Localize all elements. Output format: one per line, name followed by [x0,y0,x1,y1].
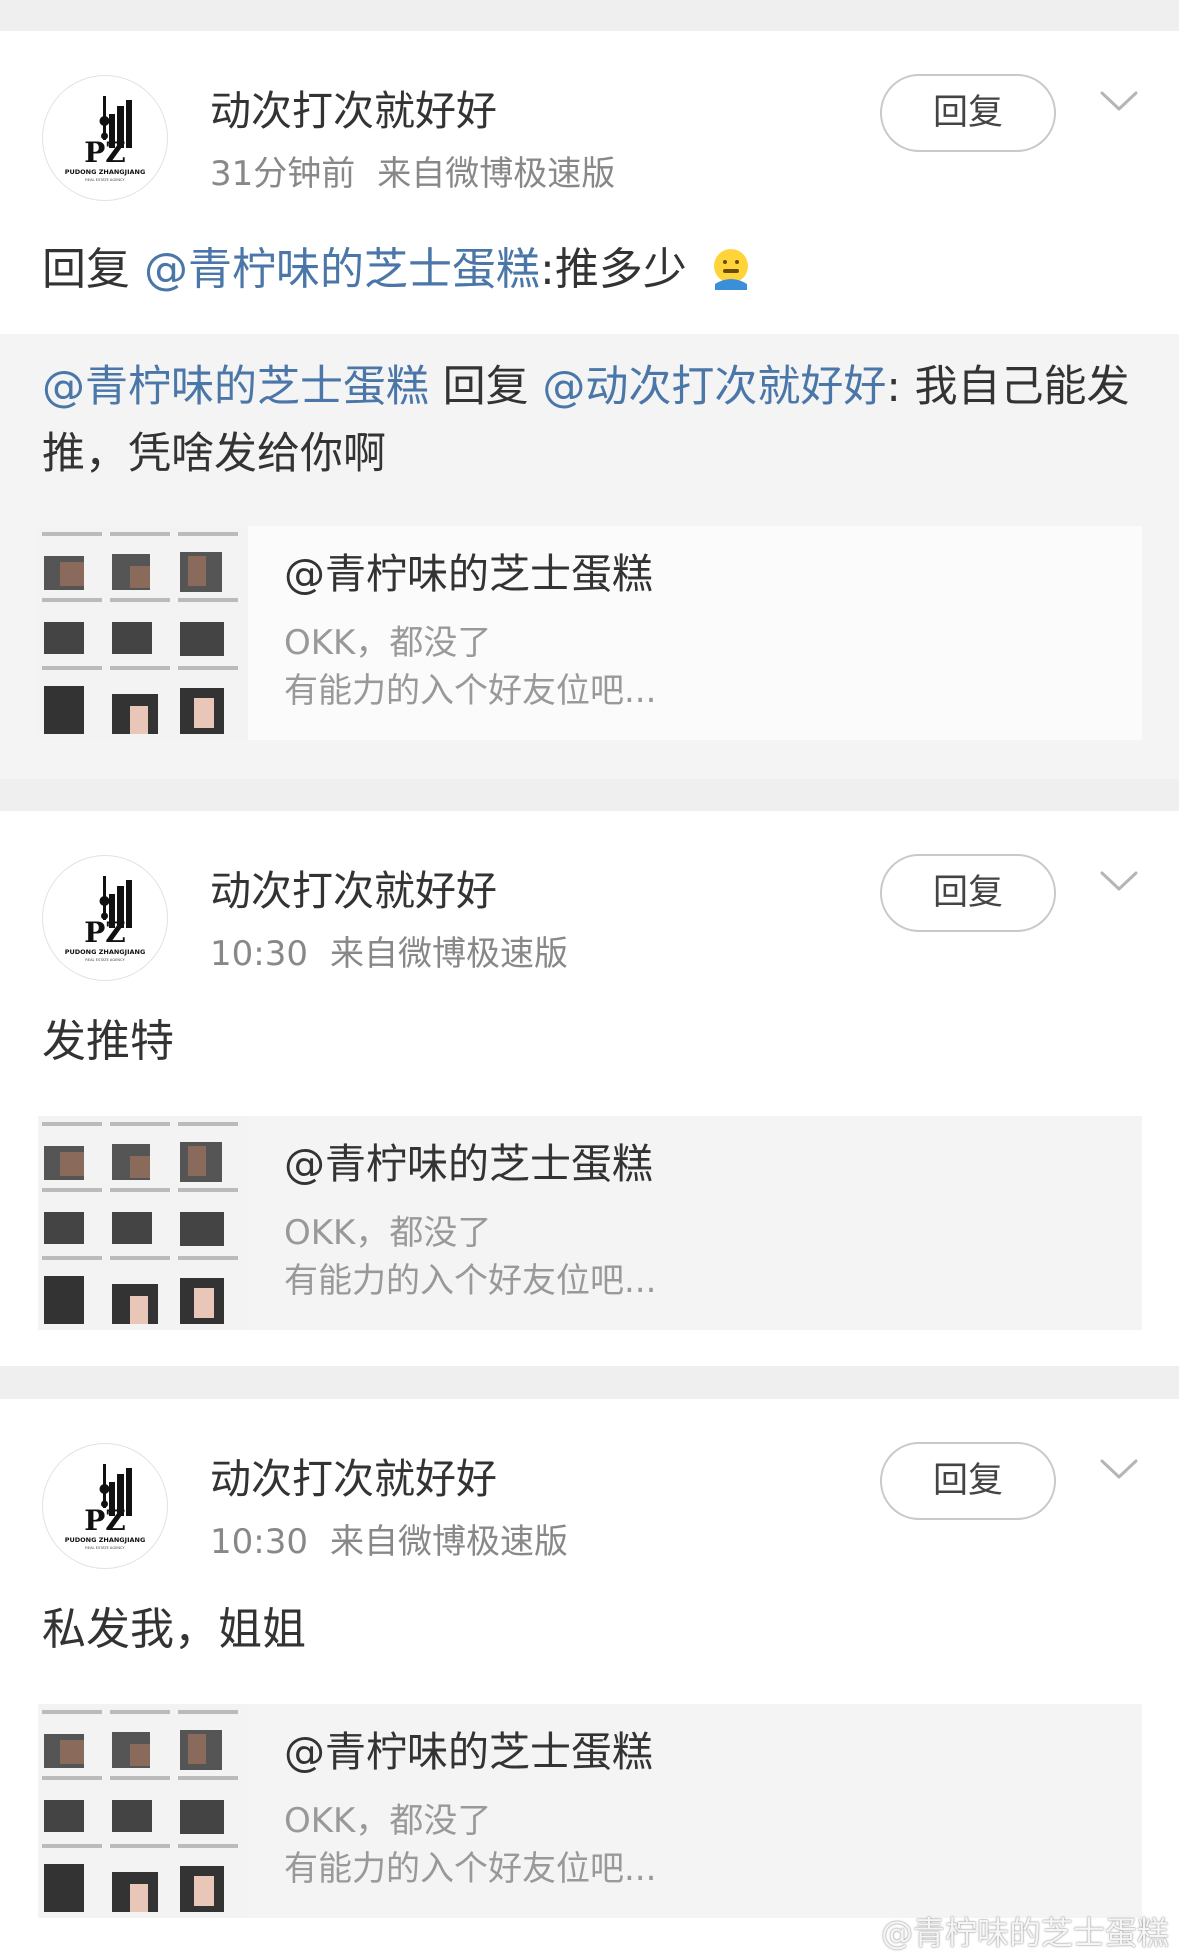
weibo-logo-icon [831,1919,869,1949]
chevron-down-icon[interactable] [1098,85,1140,115]
comment-content: 私发我，姐姐 [42,1604,306,1655]
comment-card: PZ PUDONG ZHANGJIANG REAL ESTATE AGENCY … [0,1399,1179,1957]
reply-text: :推多少 [540,244,687,295]
mention-link[interactable]: @青柠味的芝士蛋糕 [42,362,429,412]
post-source: 来自微博极速版 [329,934,568,974]
reply-button[interactable]: 回复 [880,854,1056,932]
emoji-icon [713,249,748,290]
shared-post-thumbnail [38,526,248,740]
shared-post-card[interactable]: @青柠味的芝士蛋糕 OKK，都没了 有能力的入个好友位吧... [38,1704,1142,1918]
svg-text:PZ: PZ [84,136,126,169]
svg-text:REAL ESTATE AGENCY: REAL ESTATE AGENCY [85,178,125,182]
comment-card: PZ PUDONG ZHANGJIANG REAL ESTATE AGENCY … [0,811,1179,1366]
username[interactable]: 动次打次就好好 [210,1459,497,1500]
comment-content: 回复 @青柠味的芝士蛋糕:推多少 [42,237,753,303]
comment-card: PZ PUDONG ZHANGJIANG REAL ESTATE AGENCY … [0,31,1179,779]
username[interactable]: 动次打次就好好 [210,871,497,912]
post-meta: 31分钟前 来自微博极速版 [210,157,615,191]
shared-post-title: @青柠味的芝士蛋糕 [284,1140,653,1188]
quote-text: @青柠味的芝士蛋糕 回复 @动次打次就好好: 我自己能发推，凭啥发给你啊 [42,354,1142,487]
comment-content: 发推特 [42,1016,174,1067]
chevron-down-icon[interactable] [1098,1453,1140,1483]
shared-post-thumbnail [38,1116,248,1330]
reply-button[interactable]: 回复 [880,74,1056,152]
svg-text:PUDONG ZHANGJIANG: PUDONG ZHANGJIANG [65,1536,146,1544]
shared-post-text: 有能力的入个好友位吧... [284,1849,657,1889]
shared-post-thumbnail [38,1704,248,1918]
quoted-comment[interactable]: @青柠味的芝士蛋糕 回复 @动次打次就好好: 我自己能发推，凭啥发给你啊 @青柠… [0,334,1179,779]
shared-post-text: 有能力的入个好友位吧... [284,671,657,711]
mention-link[interactable]: @动次打次就好好 [542,362,886,412]
watermark: @青柠味的芝士蛋糕 [831,1908,1169,1954]
shared-post-text: OKK，都没了 [284,1213,492,1253]
post-meta: 10:30 来自微博极速版 [210,1525,568,1559]
post-time: 31分钟前 [210,154,356,194]
avatar[interactable]: PZ PUDONG ZHANGJIANG REAL ESTATE AGENCY [42,1443,168,1569]
quote-reply-word: 回复 [429,362,543,412]
shared-post-text: OKK，都没了 [284,1801,492,1841]
shared-post-title: @青柠味的芝士蛋糕 [284,550,653,598]
shared-post-title: @青柠味的芝士蛋糕 [284,1728,653,1776]
chevron-down-icon[interactable] [1098,865,1140,895]
reply-button[interactable]: 回复 [880,1442,1056,1520]
svg-text:PUDONG ZHANGJIANG: PUDONG ZHANGJIANG [65,168,146,176]
svg-text:REAL ESTATE AGENCY: REAL ESTATE AGENCY [85,958,125,962]
reply-prefix: 回复 [42,244,144,295]
shared-post-card[interactable]: @青柠味的芝士蛋糕 OKK，都没了 有能力的入个好友位吧... [38,1116,1142,1330]
avatar[interactable]: PZ PUDONG ZHANGJIANG REAL ESTATE AGENCY [42,855,168,981]
shared-post-card[interactable]: @青柠味的芝士蛋糕 OKK，都没了 有能力的入个好友位吧... [38,526,1142,740]
svg-text:PZ: PZ [84,1504,126,1537]
svg-text:PUDONG ZHANGJIANG: PUDONG ZHANGJIANG [65,948,146,956]
post-time: 10:30 [210,934,308,974]
username[interactable]: 动次打次就好好 [210,91,497,132]
mention-link[interactable]: @青柠味的芝士蛋糕 [144,244,540,295]
avatar[interactable]: PZ PUDONG ZHANGJIANG REAL ESTATE AGENCY [42,75,168,201]
watermark-text: @青柠味的芝士蛋糕 [880,1914,1169,1952]
post-source: 来自微博极速版 [329,1522,568,1562]
svg-text:REAL ESTATE AGENCY: REAL ESTATE AGENCY [85,1546,125,1550]
svg-text:PZ: PZ [84,916,126,949]
shared-post-text: 有能力的入个好友位吧... [284,1261,657,1301]
post-source: 来自微博极速版 [377,154,616,194]
post-meta: 10:30 来自微博极速版 [210,937,568,971]
post-time: 10:30 [210,1522,308,1562]
shared-post-text: OKK，都没了 [284,623,492,663]
